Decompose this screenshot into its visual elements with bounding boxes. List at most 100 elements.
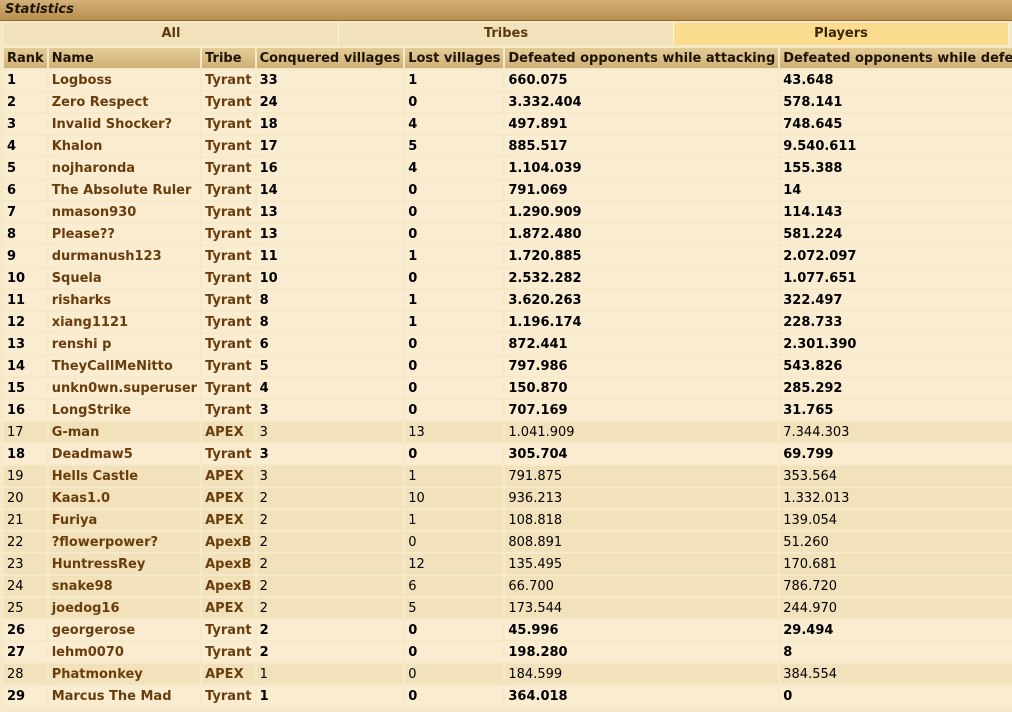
cell-tribe-name[interactable]: Tyrant — [202, 686, 255, 706]
window-title: Statistics — [0, 0, 1012, 21]
cell-defeated-defending: 8 — [780, 642, 1012, 662]
cell-conquered-villages: 2 — [256, 576, 404, 596]
cell-tribe-name[interactable]: Tyrant — [202, 444, 255, 464]
cell-tribe-name[interactable]: Tyrant — [202, 92, 255, 112]
cell-defeated-defending: 322.497 — [780, 290, 1012, 310]
table-row: 1 Logboss Tyrant 33 1 660.075 43.648 — [4, 70, 1012, 90]
cell-tribe-name[interactable]: ApexB — [202, 576, 255, 596]
cell-defeated-defending: 1.077.651 — [780, 268, 1012, 288]
cell-player-name[interactable]: ?flowerpower? — [48, 532, 201, 552]
tab-all[interactable]: All — [4, 23, 339, 45]
cell-lost-villages: 1 — [405, 290, 504, 310]
cell-tribe-name[interactable]: Tyrant — [202, 224, 255, 244]
table-row: 29 Marcus The Mad Tyrant 1 0 364.018 0 — [4, 686, 1012, 706]
cell-tribe-name[interactable]: Tyrant — [202, 180, 255, 200]
cell-player-name[interactable]: xiang1121 — [48, 312, 201, 332]
cell-defeated-defending: 353.564 — [780, 466, 1012, 486]
cell-player-name[interactable]: Squela — [48, 268, 201, 288]
cell-player-name[interactable]: Logboss — [48, 70, 201, 90]
table-row: 28 Phatmonkey APEX 1 0 184.599 384.554 — [4, 664, 1012, 684]
cell-tribe-name[interactable]: Tyrant — [202, 158, 255, 178]
cell-player-name[interactable]: Phatmonkey — [48, 664, 201, 684]
column-header-rank[interactable]: Rank — [4, 48, 47, 68]
cell-defeated-attacking: 305.704 — [505, 444, 779, 464]
cell-tribe-name[interactable]: Tyrant — [202, 312, 255, 332]
cell-tribe-name[interactable]: APEX — [202, 598, 255, 618]
column-header-lost-villages[interactable]: Lost villages — [405, 48, 504, 68]
cell-player-name[interactable]: Hells Castle — [48, 466, 201, 486]
tab-tribes[interactable]: Tribes — [339, 23, 674, 45]
cell-tribe-name[interactable]: APEX — [202, 488, 255, 508]
cell-lost-villages: 12 — [405, 554, 504, 574]
cell-player-name[interactable]: Furiya — [48, 510, 201, 530]
cell-tribe-name[interactable]: APEX — [202, 466, 255, 486]
cell-player-name[interactable]: risharks — [48, 290, 201, 310]
cell-tribe-name[interactable]: Tyrant — [202, 356, 255, 376]
cell-tribe-name[interactable]: Tyrant — [202, 378, 255, 398]
cell-player-name[interactable]: Kaas1.0 — [48, 488, 201, 508]
cell-conquered-villages: 33 — [256, 70, 404, 90]
cell-player-name[interactable]: LongStrike — [48, 400, 201, 420]
cell-tribe-name[interactable]: Tyrant — [202, 268, 255, 288]
cell-player-name[interactable]: G-man — [48, 422, 201, 442]
cell-defeated-defending: 170.681 — [780, 554, 1012, 574]
cell-defeated-defending: 384.554 — [780, 664, 1012, 684]
cell-player-name[interactable]: The Absolute Ruler — [48, 180, 201, 200]
table-row: 5 nojharonda Tyrant 16 4 1.104.039 155.388 — [4, 158, 1012, 178]
cell-tribe-name[interactable]: Tyrant — [202, 620, 255, 640]
cell-rank: 22 — [4, 532, 47, 552]
cell-player-name[interactable]: durmanush123 — [48, 246, 201, 266]
cell-player-name[interactable]: Please?? — [48, 224, 201, 244]
cell-tribe-name[interactable]: Tyrant — [202, 136, 255, 156]
cell-lost-villages: 0 — [405, 686, 504, 706]
column-header-tribe[interactable]: Tribe — [202, 48, 255, 68]
column-header-name[interactable]: Name — [48, 48, 201, 68]
column-header-defeated-attacking[interactable]: Defeated opponents while attacking — [505, 48, 779, 68]
table-row: 17 G-man APEX 3 13 1.041.909 7.344.303 — [4, 422, 1012, 442]
column-header-defeated-defending[interactable]: Defeated opponents while defending — [780, 48, 1012, 68]
cell-rank: 13 — [4, 334, 47, 354]
cell-player-name[interactable]: snake98 — [48, 576, 201, 596]
cell-tribe-name[interactable]: APEX — [202, 510, 255, 530]
cell-player-name[interactable]: joedog16 — [48, 598, 201, 618]
cell-player-name[interactable]: Khalon — [48, 136, 201, 156]
column-header-conquered-villages[interactable]: Conquered villages — [256, 48, 404, 68]
cell-player-name[interactable]: nojharonda — [48, 158, 201, 178]
cell-player-name[interactable]: Deadmaw5 — [48, 444, 201, 464]
cell-player-name[interactable]: georgerose — [48, 620, 201, 640]
cell-defeated-defending: 1.332.013 — [780, 488, 1012, 508]
cell-defeated-attacking: 3.620.263 — [505, 290, 779, 310]
cell-tribe-name[interactable]: APEX — [202, 422, 255, 442]
cell-tribe-name[interactable]: Tyrant — [202, 400, 255, 420]
cell-player-name[interactable]: unkn0wn.superuser — [48, 378, 201, 398]
cell-player-name[interactable]: HuntressRey — [48, 554, 201, 574]
cell-player-name[interactable]: Zero Respect — [48, 92, 201, 112]
cell-rank: 8 — [4, 224, 47, 244]
cell-tribe-name[interactable]: Tyrant — [202, 246, 255, 266]
cell-player-name[interactable]: Invalid Shocker? — [48, 114, 201, 134]
cell-defeated-attacking: 936.213 — [505, 488, 779, 508]
cell-tribe-name[interactable]: Tyrant — [202, 202, 255, 222]
cell-player-name[interactable]: TheyCallMeNitto — [48, 356, 201, 376]
cell-conquered-villages: 14 — [256, 180, 404, 200]
cell-defeated-defending: 2.301.390 — [780, 334, 1012, 354]
cell-defeated-attacking: 45.996 — [505, 620, 779, 640]
cell-player-name[interactable]: nmason930 — [48, 202, 201, 222]
cell-conquered-villages: 2 — [256, 532, 404, 552]
cell-tribe-name[interactable]: Tyrant — [202, 114, 255, 134]
cell-defeated-attacking: 66.700 — [505, 576, 779, 596]
cell-tribe-name[interactable]: Tyrant — [202, 642, 255, 662]
cell-tribe-name[interactable]: APEX — [202, 664, 255, 684]
cell-tribe-name[interactable]: ApexB — [202, 554, 255, 574]
cell-lost-villages: 4 — [405, 114, 504, 134]
cell-player-name[interactable]: renshi p — [48, 334, 201, 354]
cell-player-name[interactable]: lehm0070 — [48, 642, 201, 662]
cell-tribe-name[interactable]: ApexB — [202, 532, 255, 552]
cell-tribe-name[interactable]: Tyrant — [202, 334, 255, 354]
cell-tribe-name[interactable]: Tyrant — [202, 70, 255, 90]
cell-tribe-name[interactable]: Tyrant — [202, 290, 255, 310]
statistics-window: Statistics All Tribes Players Rank Name … — [0, 0, 1012, 712]
cell-player-name[interactable]: Marcus The Mad — [48, 686, 201, 706]
tab-players[interactable]: Players — [674, 23, 1009, 45]
cell-rank: 12 — [4, 312, 47, 332]
